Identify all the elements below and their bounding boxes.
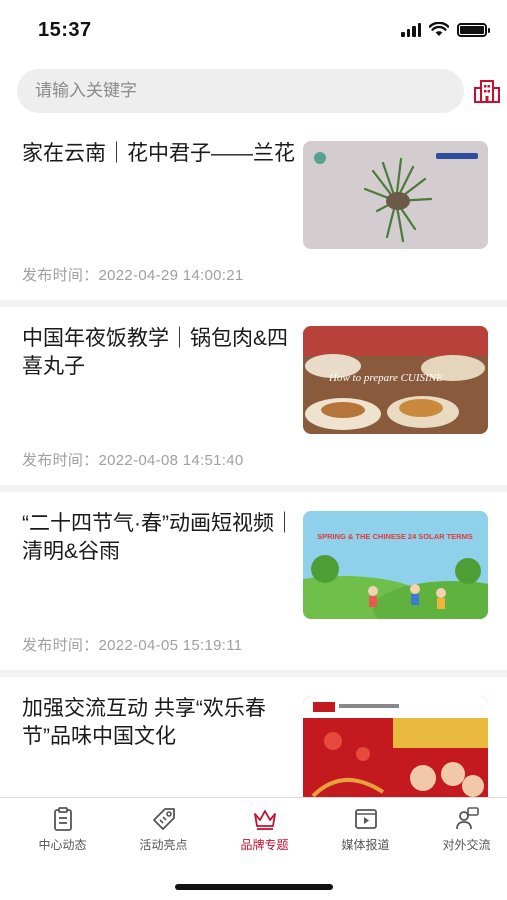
- status-icons: [401, 22, 490, 37]
- tag-icon: [152, 808, 175, 830]
- solar-terms-illustration: SPRING & THE CHINESE 24 SOLAR TERMS: [303, 511, 488, 619]
- tab-brand-topics[interactable]: 品牌专题: [214, 806, 315, 856]
- tab-media-reports[interactable]: 媒体报道: [315, 806, 416, 856]
- tab-label: 品牌专题: [240, 838, 289, 852]
- news-item[interactable]: 家在云南｜花中君子——兰花 发布时间：2022-04-29 14:00:21: [0, 122, 507, 307]
- news-publish-time: 发布时间：2022-04-08 14:51:40: [22, 452, 244, 469]
- tab-label: 媒体报道: [341, 838, 390, 852]
- tab-label: 中心动态: [38, 838, 87, 852]
- signal-icon: [401, 22, 421, 37]
- video-icon: [354, 809, 377, 829]
- news-title: 家在云南｜花中君子——兰花: [22, 142, 295, 165]
- building-icon[interactable]: [473, 77, 501, 105]
- news-title: “二十四节气·春”动画短视频｜清明&谷雨: [22, 512, 295, 563]
- tab-external-exchange[interactable]: 对外交流: [416, 806, 507, 856]
- news-title: 中国年夜饭教学｜锅包肉&四喜丸子: [22, 327, 289, 378]
- chat-person-icon: [455, 807, 479, 830]
- news-list: 家在云南｜花中君子——兰花 发布时间：2022-04-29 14:00:21 中…: [0, 122, 507, 862]
- clipboard-icon: [53, 807, 72, 831]
- news-publish-time: 发布时间：2022-04-29 14:00:21: [22, 267, 244, 284]
- spring-festival-poster: [303, 696, 488, 804]
- wifi-icon: [429, 22, 449, 36]
- tab-activity-highlights[interactable]: 活动亮点: [113, 806, 214, 856]
- crown-icon: [253, 810, 276, 830]
- news-title: 加强交流互动 共享“欢乐春节”品味中国文化: [22, 697, 266, 748]
- status-time: 15:37: [38, 19, 92, 41]
- thumb-caption: SPRING & THE CHINESE 24 SOLAR TERMS: [317, 532, 473, 541]
- thumb-caption: How to prepare CUISINE: [328, 372, 443, 384]
- home-indicator[interactable]: [175, 884, 333, 890]
- chinese-cuisine-photo: How to prepare CUISINE: [303, 326, 488, 434]
- news-item[interactable]: 中国年夜饭教学｜锅包肉&四喜丸子 发布时间：2022-04-08 14:51:4…: [0, 307, 507, 492]
- news-item[interactable]: “二十四节气·春”动画短视频｜清明&谷雨 发布时间：2022-04-05 15:…: [0, 492, 507, 677]
- orchid-photo: [303, 141, 488, 249]
- tab-label: 对外交流: [442, 838, 491, 852]
- battery-icon: [457, 22, 490, 37]
- search-input[interactable]: [17, 69, 464, 113]
- tab-label: 活动亮点: [139, 838, 188, 852]
- news-publish-time: 发布时间：2022-04-05 15:19:11: [22, 637, 243, 654]
- tab-center-news[interactable]: 中心动态: [12, 806, 113, 856]
- status-bar: 15:37: [0, 0, 507, 60]
- search-row: [17, 69, 507, 113]
